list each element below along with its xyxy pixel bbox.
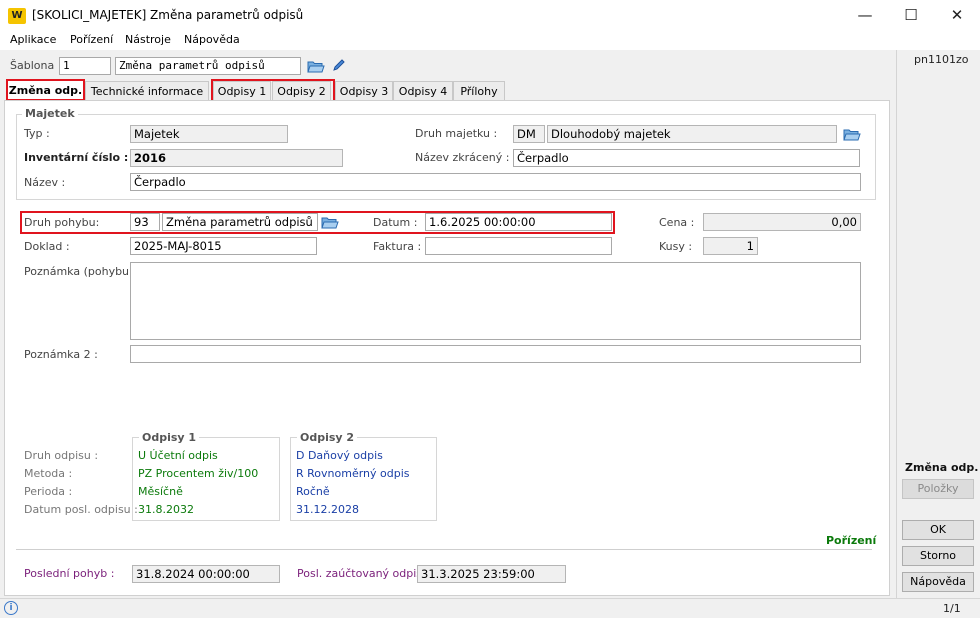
date-field[interactable]: 1.6.2025 00:00:00: [425, 213, 612, 231]
price-label: Cena :: [659, 216, 695, 229]
short-name-field[interactable]: Čerpadlo: [513, 149, 860, 167]
footer-divider: [16, 549, 872, 550]
dep1-kind: U Účetní odpis: [138, 449, 218, 462]
tab-odpisy-3[interactable]: Odpisy 3: [335, 81, 393, 101]
ok-button[interactable]: OK: [902, 520, 974, 540]
asset-kind-code-field: DM: [513, 125, 545, 143]
dep1-method: PZ Procentem živ/100: [138, 467, 259, 480]
close-button[interactable]: ✕: [934, 0, 980, 32]
minimize-button[interactable]: —: [842, 0, 888, 32]
template-number-field[interactable]: 1: [59, 57, 111, 75]
dep2-period: Ročně: [296, 485, 330, 498]
edit-pencil-icon[interactable]: [332, 58, 346, 72]
invoice-label: Faktura :: [373, 240, 422, 253]
invoice-field[interactable]: [425, 237, 612, 255]
page-indicator: 1/1: [943, 602, 961, 615]
asset-group-title: Majetek: [22, 107, 78, 120]
status-bar: [0, 598, 980, 618]
dep-period-label: Perioda :: [24, 485, 73, 498]
tab-technicke-informace[interactable]: Technické informace: [85, 81, 209, 101]
dep-kind-label: Druh odpisu :: [24, 449, 99, 462]
form-code: pn1101zo: [914, 53, 969, 66]
last-posted-label: Posl. zaúčtovaný odpis :: [297, 567, 430, 580]
movement-note-label: Poznámka (pohybu) :: [24, 265, 141, 278]
tab-prilohy[interactable]: Přílohy: [453, 81, 505, 101]
movement-type-label: Druh pohybu:: [24, 216, 100, 229]
quantity-label: Kusy :: [659, 240, 693, 253]
movement-type-name-field[interactable]: Změna parametrů odpisů: [162, 213, 318, 231]
template-label: Šablona :: [10, 59, 62, 72]
items-button[interactable]: Položky: [902, 479, 974, 499]
asset-kind-name-field: Dlouhodobý majetek: [547, 125, 837, 143]
inventory-number-label: Inventární číslo :: [24, 151, 129, 164]
last-move-field: 31.8.2024 00:00:00: [132, 565, 280, 583]
tab-zmena-odp[interactable]: Změna odp.: [6, 79, 85, 101]
info-icon[interactable]: i: [4, 601, 18, 615]
folder-open-icon[interactable]: [307, 59, 325, 73]
document-field[interactable]: 2025-MAJ-8015: [130, 237, 317, 255]
dep1-last-date: 31.8.2032: [138, 503, 194, 516]
asset-kind-label: Druh majetku :: [415, 127, 498, 140]
cancel-button[interactable]: Storno: [902, 546, 974, 566]
dep-last-date-label: Datum posl. odpisu :: [24, 503, 138, 516]
dep-method-label: Metoda :: [24, 467, 73, 480]
menu-porizeni[interactable]: Pořízení: [70, 33, 113, 46]
dep2-kind: D Daňový odpis: [296, 449, 383, 462]
name-field[interactable]: Čerpadlo: [130, 173, 861, 191]
dep2-method: R Rovnoměrný odpis: [296, 467, 410, 480]
document-label: Doklad :: [24, 240, 70, 253]
mode-label: Změna odp.: [905, 461, 979, 474]
note2-label: Poznámka 2 :: [24, 348, 98, 361]
window-title: [SKOLICI_MAJETEK] Změna parametrů odpisů: [32, 8, 304, 22]
maximize-button[interactable]: ☐: [888, 0, 934, 32]
tab-odpisy-4[interactable]: Odpisy 4: [393, 81, 453, 101]
last-move-label: Poslední pohyb :: [24, 567, 115, 580]
depreciation-2-title: Odpisy 2: [297, 431, 358, 444]
right-panel: [896, 50, 980, 598]
depreciation-1-title: Odpisy 1: [139, 431, 200, 444]
dep2-last-date: 31.12.2028: [296, 503, 359, 516]
price-field: 0,00: [703, 213, 861, 231]
short-name-label: Název zkrácený :: [415, 151, 510, 164]
state-label: Pořízení: [826, 534, 877, 547]
menu-aplikace[interactable]: Aplikace: [10, 33, 56, 46]
template-name-field[interactable]: Změna parametrů odpisů: [115, 57, 301, 75]
note2-field[interactable]: [130, 345, 861, 363]
type-field: Majetek: [130, 125, 288, 143]
dep1-period: Měsíčně: [138, 485, 183, 498]
type-label: Typ :: [24, 127, 50, 140]
inventory-number-field: 2016: [130, 149, 343, 167]
quantity-field: 1: [703, 237, 758, 255]
date-label: Datum :: [373, 216, 418, 229]
app-logo-icon: W: [8, 8, 26, 24]
movement-note-textarea[interactable]: [130, 262, 861, 340]
menu-nastroje[interactable]: Nástroje: [125, 33, 171, 46]
last-posted-field: 31.3.2025 23:59:00: [417, 565, 566, 583]
folder-open-icon[interactable]: [321, 215, 339, 229]
folder-open-icon[interactable]: [843, 127, 861, 141]
menu-napoveda[interactable]: Nápověda: [184, 33, 240, 46]
help-button[interactable]: Nápověda: [902, 572, 974, 592]
name-label: Název :: [24, 176, 66, 189]
movement-type-code-field[interactable]: 93: [130, 213, 160, 231]
